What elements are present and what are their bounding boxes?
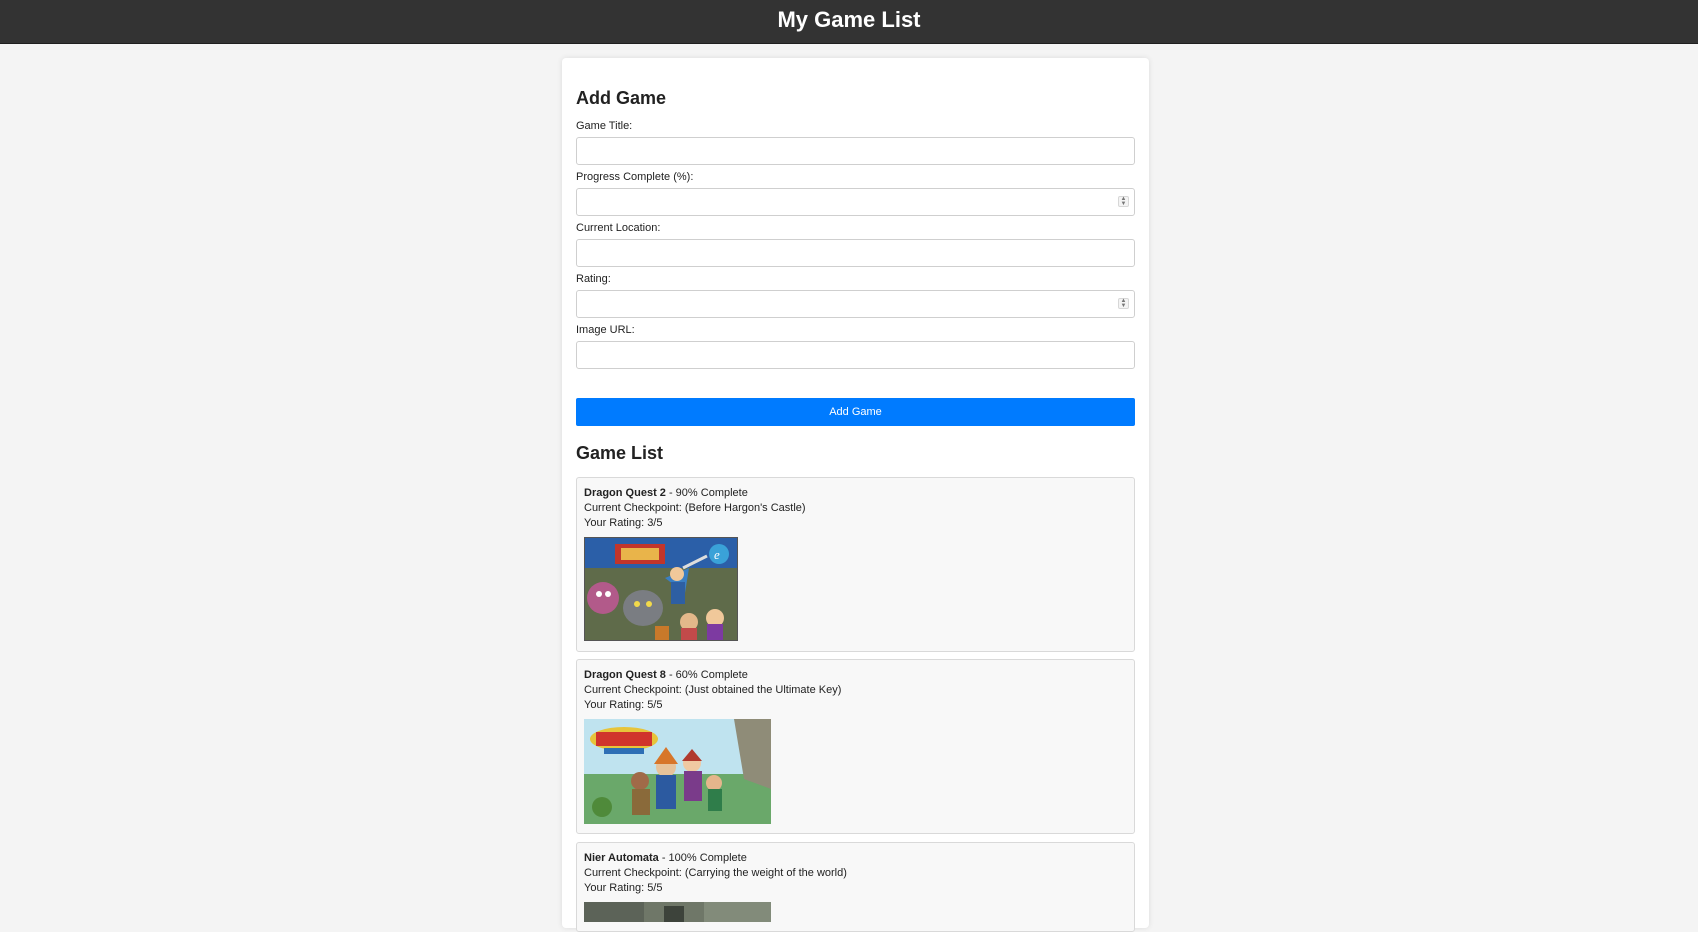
game-title-input[interactable] (576, 137, 1135, 165)
game-checkpoint: Current Checkpoint: (Carrying the weight… (584, 867, 847, 879)
current-location-input[interactable] (576, 239, 1135, 267)
page-title: My Game List (777, 7, 921, 32)
rating-input[interactable] (576, 290, 1135, 318)
rating-label: Rating: (576, 273, 611, 285)
top-header-bar: My Game List (0, 0, 1698, 44)
current-location-label: Current Location: (576, 222, 661, 234)
nier-automata-cover-image (584, 902, 771, 922)
game-progress: - 90% Complete (665, 487, 748, 499)
game-rating: Your Rating: 3/5 (584, 517, 663, 529)
game-rating: Your Rating: 5/5 (584, 699, 663, 711)
game-card: Nier Automata - 100% Complete Current Ch… (576, 842, 1135, 932)
dragon-quest-8-cover-image (584, 719, 771, 824)
game-title: Nier Automata (584, 852, 659, 864)
game-summary-line: Nier Automata - 100% Complete (584, 851, 1127, 866)
game-checkpoint: Current Checkpoint: (Before Hargon's Cas… (584, 502, 806, 514)
game-progress: - 100% Complete (658, 852, 747, 864)
progress-label: Progress Complete (%): (576, 171, 694, 183)
game-summary-line: Dragon Quest 2 - 90% Complete (584, 486, 1127, 501)
rating-spinner[interactable]: ▲ ▼ (1118, 298, 1129, 309)
add-game-heading: Add Game (576, 88, 667, 108)
game-card: Dragon Quest 8 - 60% Complete Current Ch… (576, 659, 1135, 834)
game-checkpoint: Current Checkpoint: (Just obtained the U… (584, 684, 842, 696)
image-url-label: Image URL: (576, 324, 635, 336)
progress-input[interactable] (576, 188, 1135, 216)
game-list-heading: Game List (576, 443, 664, 463)
game-summary-line: Dragon Quest 8 - 60% Complete (584, 668, 1127, 683)
svg-text:e: e (714, 547, 720, 562)
rating-input-wrapper: ▲ ▼ (576, 290, 1135, 318)
progress-spinner[interactable]: ▲ ▼ (1118, 196, 1129, 207)
game-title: Dragon Quest 2 (584, 487, 666, 499)
game-progress: - 60% Complete (665, 669, 748, 681)
progress-input-wrapper: ▲ ▼ (576, 188, 1135, 216)
main-container: Add Game Game Title: Progress Complete (… (562, 58, 1149, 932)
dragon-quest-2-cover-image: e (584, 537, 738, 641)
image-url-input[interactable] (576, 341, 1135, 369)
game-rating: Your Rating: 5/5 (584, 882, 663, 894)
game-title-label: Game Title: (576, 120, 633, 132)
add-game-button[interactable]: Add Game (576, 398, 1135, 426)
game-card: Dragon Quest 2 - 90% Complete Current Ch… (576, 477, 1135, 652)
game-title: Dragon Quest 8 (584, 669, 666, 681)
